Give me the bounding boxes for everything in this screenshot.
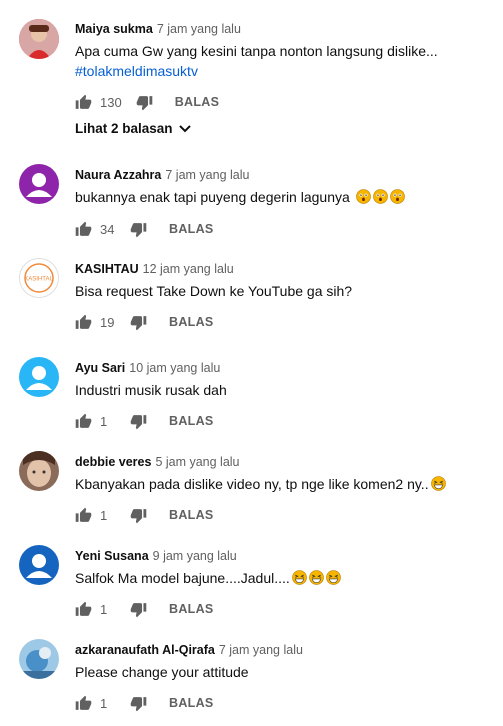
comment-author[interactable]: Yeni Susana <box>75 549 149 563</box>
astonished-face-emoji <box>355 189 371 204</box>
comment-actions: 1 BALAS <box>75 411 214 431</box>
chevron-down-icon <box>178 124 191 132</box>
reply-button[interactable]: BALAS <box>169 315 214 329</box>
comment-body: Salfok Ma model bajune....Jadul.... <box>75 570 290 586</box>
view-replies-button[interactable]: Lihat 2 balasan <box>75 121 191 136</box>
comment-actions: 1 BALAS <box>75 599 214 619</box>
grinning-squint-face-emoji <box>308 570 324 585</box>
comment-timestamp[interactable]: 7 jam yang lalu <box>157 22 241 36</box>
comment-body: Kbanyakan pada dislike video ny, tp nge … <box>75 476 429 492</box>
comment-text: bukannya enak tapi puyeng degerin laguny… <box>75 187 405 207</box>
avatar[interactable] <box>19 451 59 491</box>
thumbs-down-icon[interactable] <box>130 221 147 238</box>
like-count: 34 <box>100 221 115 237</box>
hashtag-link[interactable]: #tolakmeldimasuktv <box>75 61 438 81</box>
comment-text: Please change your attitude <box>75 664 249 680</box>
thumbs-up-icon[interactable] <box>75 221 92 238</box>
grinning-squint-face-emoji <box>291 570 307 585</box>
comment-actions: 34 BALAS <box>75 219 214 239</box>
like-count: 1 <box>100 507 108 523</box>
comment-author[interactable]: Maiya sukma <box>75 22 153 36</box>
comment-body: bukannya enak tapi puyeng degerin laguny… <box>75 189 350 205</box>
view-replies-label: Lihat 2 balasan <box>75 121 173 136</box>
reply-button[interactable]: BALAS <box>169 696 214 710</box>
like-count: 130 <box>100 94 122 110</box>
comment-body: Apa cuma Gw yang kesini tanpa nonton lan… <box>75 43 438 59</box>
thumbs-up-icon[interactable] <box>75 695 92 712</box>
astonished-face-emoji <box>372 189 388 204</box>
comment-text: Industri musik rusak dah <box>75 382 227 398</box>
comment-actions: 19 BALAS <box>75 312 214 332</box>
comment-text: Bisa request Take Down ke YouTube ga sih… <box>75 283 353 299</box>
astonished-face-emoji <box>389 189 405 204</box>
grinning-squint-face-emoji <box>430 476 446 491</box>
reply-button[interactable]: BALAS <box>175 95 220 109</box>
thumbs-down-icon[interactable] <box>130 507 147 524</box>
thumbs-up-icon[interactable] <box>75 601 92 618</box>
thumbs-down-icon[interactable] <box>130 601 147 618</box>
like-count: 1 <box>100 413 108 429</box>
like-count: 19 <box>100 314 115 330</box>
comment-timestamp[interactable]: 12 jam yang lalu <box>143 262 234 276</box>
like-count: 1 <box>100 601 108 617</box>
comment-actions: 130 BALAS <box>75 92 219 112</box>
avatar[interactable] <box>19 639 59 679</box>
comment-text: Kbanyakan pada dislike video ny, tp nge … <box>75 474 446 494</box>
thumbs-down-icon[interactable] <box>130 695 147 712</box>
comment-timestamp[interactable]: 7 jam yang lalu <box>219 643 303 657</box>
reply-button[interactable]: BALAS <box>169 414 214 428</box>
thumbs-up-icon[interactable] <box>75 507 92 524</box>
comment-author[interactable]: Ayu Sari <box>75 361 125 375</box>
comment-author[interactable]: Naura Azzahra <box>75 168 161 182</box>
comment-timestamp[interactable]: 7 jam yang lalu <box>165 168 249 182</box>
thumbs-up-icon[interactable] <box>75 314 92 331</box>
comment-author[interactable]: KASIHTAU <box>75 262 139 276</box>
thumbs-down-icon[interactable] <box>130 314 147 331</box>
thumbs-down-icon[interactable] <box>136 94 153 111</box>
avatar[interactable] <box>19 164 59 204</box>
thumbs-down-icon[interactable] <box>130 413 147 430</box>
comment-text: Apa cuma Gw yang kesini tanpa nonton lan… <box>75 41 438 81</box>
kasihtau-logo-text: KASIHTAU <box>24 277 54 283</box>
thumbs-up-icon[interactable] <box>75 413 92 430</box>
comment-timestamp[interactable]: 9 jam yang lalu <box>153 549 237 563</box>
grinning-squint-face-emoji <box>325 570 341 585</box>
avatar[interactable] <box>19 19 59 59</box>
comment-actions: 1 BALAS <box>75 505 214 525</box>
avatar[interactable] <box>19 545 59 585</box>
comment-actions: 1 BALAS <box>75 693 214 713</box>
comment-author[interactable]: debbie veres <box>75 455 151 469</box>
avatar[interactable]: KASIHTAU <box>19 258 59 298</box>
thumbs-up-icon[interactable] <box>75 94 92 111</box>
comment-text: Salfok Ma model bajune....Jadul.... <box>75 568 341 588</box>
comment-timestamp[interactable]: 10 jam yang lalu <box>129 361 220 375</box>
comment-author[interactable]: azkaranaufath Al-Qirafa <box>75 643 215 657</box>
avatar[interactable] <box>19 357 59 397</box>
reply-button[interactable]: BALAS <box>169 222 214 236</box>
reply-button[interactable]: BALAS <box>169 602 214 616</box>
reply-button[interactable]: BALAS <box>169 508 214 522</box>
comment-timestamp[interactable]: 5 jam yang lalu <box>155 455 239 469</box>
like-count: 1 <box>100 695 108 711</box>
